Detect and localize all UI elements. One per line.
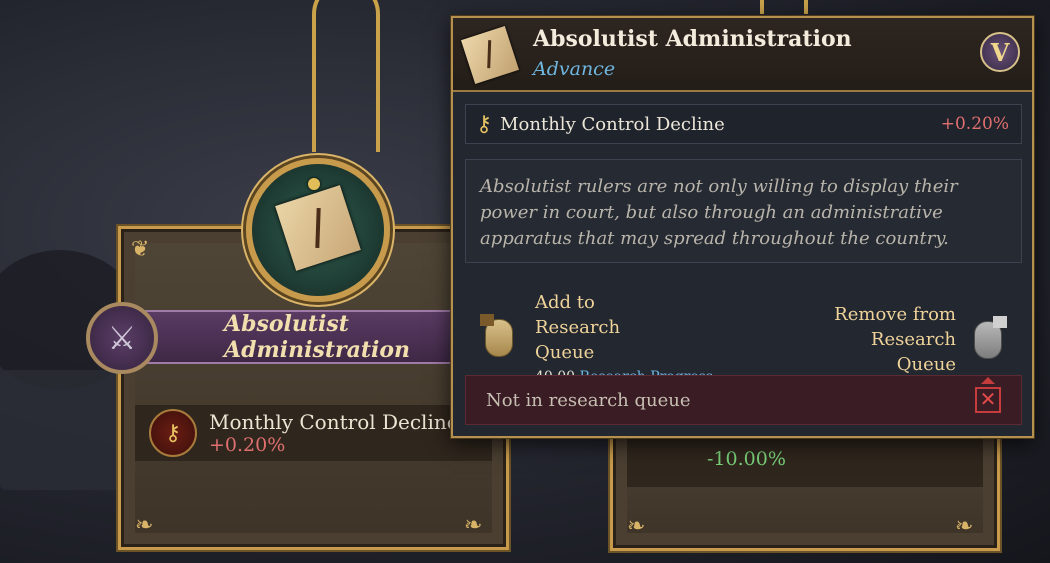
advance-title: Absolutist Administration <box>224 311 411 363</box>
tech-connector-line <box>312 0 380 152</box>
key-icon: ⚷ <box>149 409 197 457</box>
scroll-icon <box>275 185 361 271</box>
tooltip-header: Absolutist Administration Advance V <box>453 18 1032 92</box>
tooltip-description: Absolutist rulers are not only willing t… <box>465 159 1022 263</box>
corner-ornament-icon: ❦ <box>131 237 150 262</box>
advance-title-banner: Absolutist Administration <box>130 310 450 364</box>
corner-ornament-icon: ❧ <box>464 513 483 538</box>
add-to-research-queue-action[interactable]: Add to Research Queue 40.00 Research Pro… <box>480 290 713 385</box>
tooltip-modifier-value: +0.20% <box>940 114 1009 134</box>
advance-tooltip: Absolutist Administration Advance V ⚷ Mo… <box>451 16 1034 438</box>
advance-modifier-value: +0.20% <box>209 434 286 456</box>
add-to-queue-label: Add to Research Queue <box>535 292 621 363</box>
key-icon: ⚷ <box>476 111 493 137</box>
advance-modifier-label: Monthly Control Decline <box>209 410 459 434</box>
advance-modifier-value: -10.00% <box>707 448 786 470</box>
tooltip-modifier-label: Monthly Control Decline <box>500 113 725 135</box>
background-decor <box>0 370 120 490</box>
remove-from-queue-label: Remove from Research Queue <box>834 304 956 375</box>
tooltip-modifier-row: ⚷ Monthly Control Decline +0.20% <box>465 104 1022 144</box>
tooltip-subtitle: Advance <box>533 58 616 80</box>
tooltip-title: Absolutist Administration <box>533 26 852 52</box>
corner-ornament-icon: ❧ <box>955 514 974 539</box>
crossed-swords-icon: ⚔ <box>86 302 158 374</box>
scroll-icon <box>461 26 519 84</box>
pin-icon <box>308 178 320 190</box>
not-queued-icon: ✕ <box>975 377 1001 413</box>
right-click-icon <box>974 315 1007 359</box>
left-click-icon <box>480 313 513 357</box>
queue-status-bar: Not in research queue ✕ <box>465 375 1022 425</box>
corner-ornament-icon: ❧ <box>627 514 646 539</box>
remove-from-research-queue-action[interactable]: Remove from Research Queue <box>816 302 1007 377</box>
corner-ornament-icon: ❧ <box>135 513 154 538</box>
advance-medallion[interactable] <box>246 158 390 302</box>
queue-status-text: Not in research queue <box>486 389 691 411</box>
tech-connector-line <box>760 0 808 14</box>
advance-modifier-row: -10.00% <box>627 431 983 487</box>
age-badge: V <box>980 32 1020 72</box>
advance-modifier-row: ⚷ Monthly Control Decline +0.20% <box>135 405 492 461</box>
